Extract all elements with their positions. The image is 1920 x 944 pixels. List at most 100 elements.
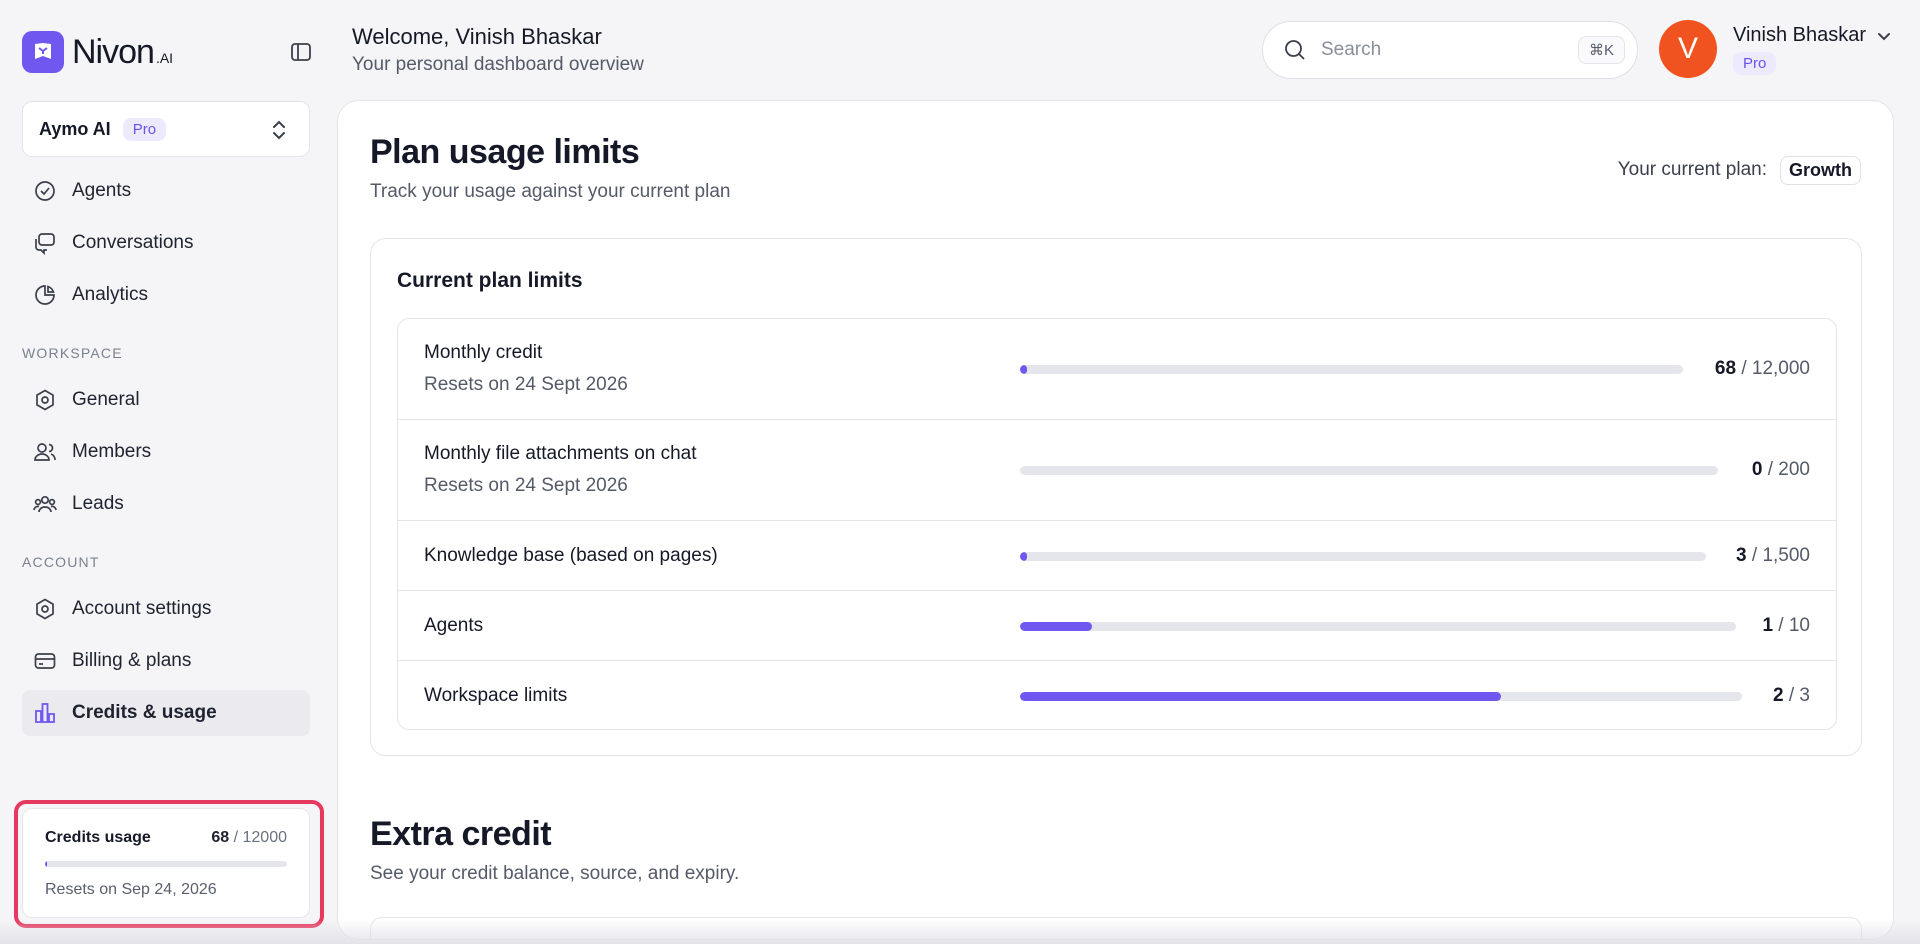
limit-progress-fill xyxy=(1020,692,1502,701)
sidebar-item-leads[interactable]: Leads xyxy=(22,481,310,527)
brand-name: Nivon xyxy=(72,32,155,71)
section-label-workspace: WORKSPACE xyxy=(22,345,123,361)
current-plan-limits-card: Current plan limits Monthly credit Reset… xyxy=(370,238,1862,756)
settings-icon xyxy=(32,387,58,413)
sidebar-item-label: Conversations xyxy=(72,232,194,253)
limit-name: Monthly file attachments on chat xyxy=(424,443,697,464)
limit-progress-bar xyxy=(1020,365,1683,374)
user-plan-badge: Pro xyxy=(1733,52,1777,75)
sidebar-item-label: Agents xyxy=(72,180,132,201)
sidebar-item-label: Credits & usage xyxy=(72,702,217,723)
limit-progress-bar xyxy=(1020,622,1736,631)
limit-name: Monthly credit xyxy=(424,342,543,363)
limit-name: Workspace limits xyxy=(424,685,568,706)
workspace-name: Aymo AI xyxy=(39,118,111,139)
extra-credit-title: Extra credit xyxy=(370,815,552,853)
bar-chart-icon xyxy=(32,700,58,726)
sidebar-item-label: Leads xyxy=(72,493,124,514)
search-input[interactable]: Search xyxy=(1321,39,1381,61)
limit-used: 1 xyxy=(1762,615,1774,636)
chevron-up-down-icon xyxy=(273,120,285,140)
limit-value: 3 / 1,500 xyxy=(1736,545,1810,567)
limit-name: Agents xyxy=(424,615,484,636)
page-title: Plan usage limits xyxy=(370,133,640,171)
credits-progress-bar xyxy=(45,861,287,867)
user-menu-name[interactable]: Vinish Bhaskar xyxy=(1733,24,1866,47)
limit-row-workspace: Workspace limits 2 / 3 xyxy=(398,661,1836,729)
chat-bubbles-icon xyxy=(32,230,58,256)
window-bottom-shadow xyxy=(0,920,1920,944)
limit-value: 2 / 3 xyxy=(1773,685,1810,707)
sidebar-item-account-settings[interactable]: Account settings xyxy=(22,586,310,632)
users-icon xyxy=(32,439,58,465)
limit-total: / 200 xyxy=(1762,459,1810,480)
sidebar-item-members[interactable]: Members xyxy=(22,429,310,475)
limit-progress-bar xyxy=(1020,692,1742,701)
sidebar-toggle-button[interactable] xyxy=(288,39,314,65)
check-circle-icon xyxy=(32,178,58,204)
limit-value: 0 / 200 xyxy=(1752,459,1810,481)
credits-card-value: 68 / 12000 xyxy=(211,829,287,847)
limit-progress-bar xyxy=(1020,552,1706,561)
section-label-account: ACCOUNT xyxy=(22,554,100,570)
search-icon xyxy=(1285,40,1305,60)
limit-reset: Resets on 24 Sept 2026 xyxy=(424,475,628,496)
avatar[interactable]: V xyxy=(1659,20,1717,78)
credits-total: / 12000 xyxy=(229,829,287,846)
sidebar-item-credits-usage[interactable]: Credits & usage xyxy=(22,690,310,736)
current-plan-label: Your current plan: xyxy=(1617,159,1767,180)
sidebar-item-label: Billing & plans xyxy=(72,650,192,671)
sidebar-item-agents[interactable]: Agents xyxy=(22,168,310,214)
sidebar-item-analytics[interactable]: Analytics xyxy=(22,272,310,318)
group-icon xyxy=(32,491,58,517)
limits-table: Monthly credit Resets on 24 Sept 2026 68… xyxy=(397,318,1837,730)
card-icon xyxy=(32,648,58,674)
limit-row-monthly-credit: Monthly credit Resets on 24 Sept 2026 68… xyxy=(398,319,1836,420)
limit-progress-fill xyxy=(1020,552,1027,561)
limit-progress-fill xyxy=(1020,365,1027,374)
limit-total: / 12,000 xyxy=(1736,358,1810,379)
limit-name: Knowledge base (based on pages) xyxy=(424,545,718,566)
credits-used: 68 xyxy=(211,829,230,846)
workspace-selector[interactable]: Aymo AI Pro xyxy=(22,101,310,157)
settings-icon xyxy=(32,596,58,622)
chevron-down-icon[interactable] xyxy=(1874,26,1894,46)
logo-icon xyxy=(22,31,64,73)
current-plan-badge: Growth xyxy=(1780,156,1861,185)
sidebar-item-label: Members xyxy=(72,441,152,462)
sidebar-item-general[interactable]: General xyxy=(22,377,310,423)
limit-value: 68 / 12,000 xyxy=(1715,358,1810,380)
credits-reset-date: Resets on Sep 24, 2026 xyxy=(45,881,217,898)
workspace-plan-badge: Pro xyxy=(122,117,167,141)
sidebar-item-billing[interactable]: Billing & plans xyxy=(22,638,310,684)
sidebar-item-label: Analytics xyxy=(72,284,149,305)
sidebar-toggle-icon xyxy=(291,43,311,61)
credits-progress-fill xyxy=(45,861,48,867)
extra-credit-subtitle: See your credit balance, source, and exp… xyxy=(370,863,740,884)
brand-logo[interactable]: Nivon .AI xyxy=(22,30,314,74)
main-panel: Plan usage limits Track your usage again… xyxy=(337,100,1894,940)
sidebar-item-label: General xyxy=(72,389,140,410)
limit-progress-bar xyxy=(1020,466,1718,475)
sidebar-item-label: Account settings xyxy=(72,598,212,619)
limits-title: Current plan limits xyxy=(397,269,583,292)
sidebar-item-conversations[interactable]: Conversations xyxy=(22,220,310,266)
limit-value: 1 / 10 xyxy=(1762,615,1810,637)
brand-suffix: .AI xyxy=(155,50,174,66)
limit-used: 68 xyxy=(1714,358,1737,379)
limit-used: 2 xyxy=(1773,685,1784,706)
limit-total: / 3 xyxy=(1783,685,1810,706)
pie-chart-icon xyxy=(32,282,58,308)
limit-used: 3 xyxy=(1736,545,1747,566)
credits-usage-card[interactable]: Credits usage 68 / 12000 Resets on Sep 2… xyxy=(22,808,310,918)
limit-reset: Resets on 24 Sept 2026 xyxy=(424,374,628,395)
page-subtitle: Track your usage against your current pl… xyxy=(370,181,731,202)
limit-progress-fill xyxy=(1020,622,1092,631)
limit-total: / 10 xyxy=(1773,615,1810,636)
limit-row-knowledge-base: Knowledge base (based on pages) 3 / 1,50… xyxy=(398,521,1836,591)
limit-row-file-attachments: Monthly file attachments on chat Resets … xyxy=(398,420,1836,521)
welcome-subtitle: Your personal dashboard overview xyxy=(352,54,644,75)
credits-card-title: Credits usage xyxy=(45,829,151,846)
limit-row-agents: Agents 1 / 10 xyxy=(398,591,1836,661)
search-bar[interactable]: Search ⌘K xyxy=(1262,21,1638,79)
